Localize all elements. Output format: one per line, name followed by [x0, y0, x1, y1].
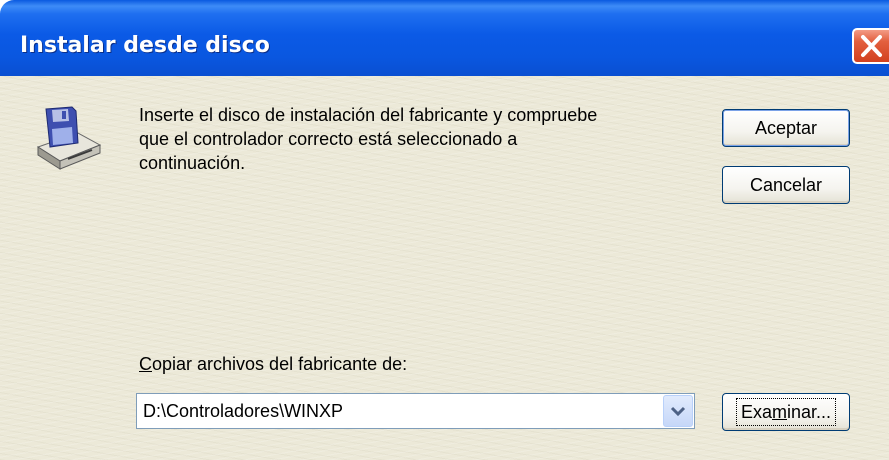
browse-button[interactable]: Examinar... — [722, 393, 850, 431]
dropdown-button[interactable] — [663, 395, 693, 427]
accept-button[interactable]: Aceptar — [722, 109, 850, 147]
install-from-disk-dialog: Instalar desde disco Inserte el disco de… — [0, 0, 889, 460]
copy-from-combobox[interactable]: D:\Controladores\WINXP — [136, 393, 695, 429]
title-bar[interactable]: Instalar desde disco — [0, 0, 889, 76]
copy-from-path[interactable]: D:\Controladores\WINXP — [143, 394, 343, 428]
chevron-down-icon — [670, 406, 686, 417]
instruction-text: Inserte el disco de instalación del fabr… — [139, 105, 598, 173]
floppy-disk-drive-icon — [36, 106, 102, 170]
close-button[interactable] — [852, 28, 889, 64]
copy-from-label: Copiar archivos del fabricante de: — [139, 354, 408, 374]
close-icon — [861, 35, 882, 57]
dialog-body: Inserte el disco de instalación del fabr… — [0, 76, 889, 460]
cancel-button[interactable]: Cancelar — [722, 166, 850, 204]
window-title: Instalar desde disco — [20, 33, 270, 58]
